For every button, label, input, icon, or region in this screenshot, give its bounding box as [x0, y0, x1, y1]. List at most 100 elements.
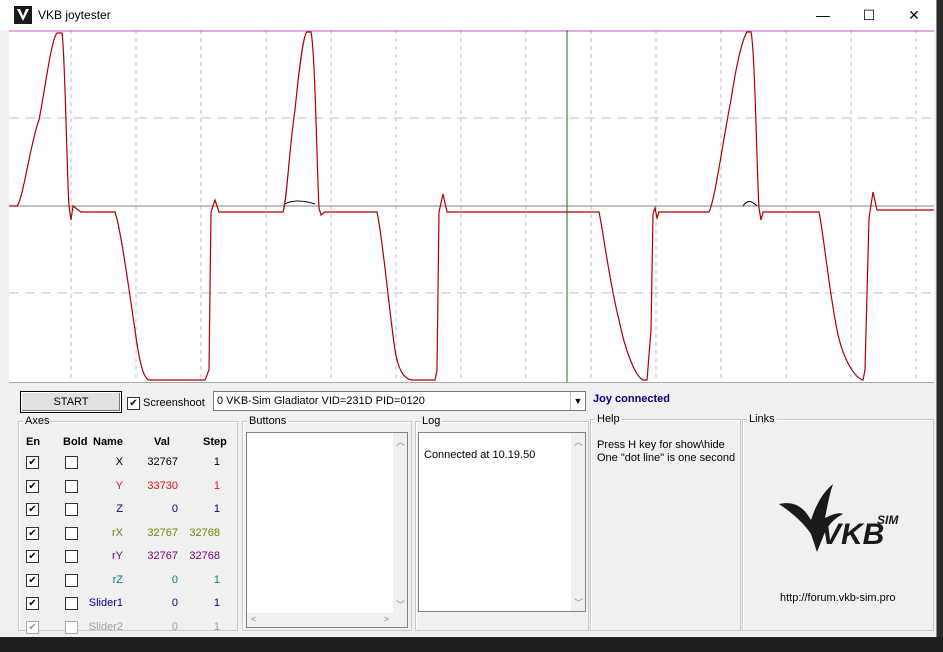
help-line-1: Press H key for show\hide: [597, 439, 725, 451]
vkb-sim-logo[interactable]: VKB SIM: [777, 482, 907, 558]
axis-name: rX: [112, 526, 123, 539]
connection-status: Joy connected: [593, 393, 671, 405]
axis-bold-checkbox[interactable]: [65, 456, 78, 469]
scroll-up-icon[interactable]: ︿: [396, 435, 405, 448]
vkb-app-icon: [14, 6, 32, 24]
axis-bold-checkbox[interactable]: [65, 620, 78, 634]
axis-value: 32767: [147, 456, 178, 468]
axis-row: ✔ rX 32767 32768: [19, 526, 237, 545]
minimize-button[interactable]: —: [800, 0, 846, 30]
axis-name: Z: [116, 503, 123, 515]
axis-bold-checkbox[interactable]: [65, 479, 78, 493]
log-list[interactable]: Connected at 10.19.50 ︿ ﹀: [418, 432, 586, 612]
help-group: Help Press H key for show\hide One "dot …: [590, 413, 741, 631]
device-select[interactable]: 0 VKB-Sim Gladiator VID=231D PID=0120 ▼: [213, 391, 586, 411]
axis-bold-checkbox[interactable]: [65, 503, 78, 516]
device-select-value: 0 VKB-Sim Gladiator VID=231D PID=0120: [217, 395, 425, 407]
control-panel: START ✔ Screenshoot 0 VKB-Sim Gladiator …: [9, 383, 934, 637]
log-group-title: Log: [420, 415, 443, 427]
axis-name: Y: [115, 479, 123, 492]
axis-row: ✔ Slider1 0 1: [19, 597, 237, 615]
axis-enable-checkbox[interactable]: ✔: [26, 503, 39, 516]
screenshot-checkbox[interactable]: ✔: [127, 397, 140, 410]
screenshot-label: Screenshoot: [143, 397, 205, 409]
header-step: Step: [203, 436, 227, 448]
axis-value: 32767: [147, 550, 178, 562]
secondary-trace: [742, 201, 758, 207]
axis-enable-checkbox[interactable]: ✔: [26, 479, 39, 493]
axis-name: Slider2: [88, 620, 123, 633]
axis-row: ✔ Z 0 1: [19, 503, 237, 521]
axis-value: 33730: [147, 479, 178, 492]
axis-name: X: [115, 456, 123, 468]
forum-link[interactable]: http://forum.vkb-sim.pro: [780, 592, 896, 604]
axis-enable-checkbox[interactable]: ✔: [26, 573, 39, 587]
axis-step: 1: [213, 597, 220, 609]
axis-row: ✔ Slider2 0 1: [19, 620, 237, 638]
axis-step: 1: [213, 620, 220, 633]
axis-enable-checkbox[interactable]: ✔: [26, 526, 39, 540]
axis-enable-checkbox[interactable]: ✔: [26, 550, 39, 563]
scroll-down-icon[interactable]: ﹀: [396, 598, 405, 611]
buttons-group-title: Buttons: [247, 415, 289, 427]
axis-row: ✔ X 32767 1: [19, 456, 237, 474]
scroll-up-icon[interactable]: ︿: [574, 435, 583, 448]
axes-group: Axes En Bold Name Val Step ✔ X 32767 1 ✔ Y 337…: [18, 415, 238, 634]
log-line: Connected at 10.19.50: [424, 449, 536, 461]
axis-step: 1: [213, 479, 220, 492]
axis-enable-checkbox[interactable]: ✔: [26, 597, 39, 610]
axis-name: Slider1: [88, 597, 123, 609]
axis-enable-checkbox[interactable]: ✔: [26, 456, 39, 469]
vertical-scrollbar[interactable]: ︿ ﹀: [571, 433, 585, 611]
axis-value: 0: [171, 503, 178, 515]
scroll-left-icon[interactable]: <: [251, 614, 256, 624]
axis-row: ✔ rY 32767 32768: [19, 550, 237, 568]
secondary-trace: [284, 200, 316, 205]
buttons-list[interactable]: ︿ ﹀ < >: [246, 432, 408, 628]
maximize-button[interactable]: ☐: [846, 0, 892, 30]
axis-plot: [9, 30, 934, 383]
taskbar-strip: [0, 637, 943, 652]
start-button[interactable]: START: [20, 391, 122, 413]
close-button[interactable]: ✕: [891, 0, 936, 30]
axis-row: ✔ rZ 0 1: [19, 573, 237, 592]
axis-step: 32768: [189, 526, 220, 539]
scroll-down-icon[interactable]: ﹀: [574, 596, 583, 609]
axis-value: 0: [171, 597, 178, 609]
vertical-scrollbar[interactable]: ︿ ﹀: [393, 433, 407, 613]
axis-row: ✔ Y 33730 1: [19, 479, 237, 498]
axis-step: 1: [213, 573, 220, 586]
help-text: Press H key for show\hide One "dot line"…: [597, 439, 735, 465]
header-val: Val: [154, 436, 170, 448]
window-title: VKB joytester: [38, 8, 111, 22]
help-line-2: One "dot line" is one second: [597, 452, 736, 464]
help-group-title: Help: [595, 413, 622, 425]
axis-step: 32768: [189, 550, 220, 562]
axis-enable-checkbox[interactable]: ✔: [26, 620, 39, 634]
scroll-right-icon[interactable]: >: [384, 614, 389, 624]
axis-bold-checkbox[interactable]: [65, 573, 78, 587]
axis-bold-checkbox[interactable]: [65, 550, 78, 563]
main-window: VKB joytester — ☐ ✕ START ✔ Screenshoot …: [0, 0, 937, 638]
header-bold: Bold: [63, 436, 88, 448]
chevron-down-icon[interactable]: ▼: [570, 392, 585, 410]
header-name: Name: [93, 436, 123, 448]
axis-bold-checkbox[interactable]: [65, 526, 78, 540]
horizontal-scrollbar[interactable]: < >: [247, 613, 393, 627]
axis-value: 32767: [147, 526, 178, 539]
links-group: Links VKB SIM http://forum.vkb-sim.pro: [742, 413, 934, 631]
title-bar: VKB joytester — ☐ ✕: [0, 0, 936, 30]
logo-sim-text: SIM: [877, 513, 899, 527]
axes-group-title: Axes: [23, 415, 52, 427]
axis-bold-checkbox[interactable]: [65, 597, 78, 610]
axis-name: rY: [112, 550, 123, 562]
header-en: En: [26, 436, 41, 448]
axis-plot-svg: [9, 30, 934, 382]
axis-value: 0: [171, 573, 178, 586]
log-group: Log Connected at 10.19.50 ︿ ﹀: [415, 415, 589, 631]
scroll-corner: [393, 613, 407, 627]
checkmark-icon: ✔: [129, 398, 138, 409]
buttons-group: Buttons ︿ ﹀ < >: [242, 415, 412, 631]
axis-step: 1: [213, 503, 220, 515]
axis-name: rZ: [112, 573, 123, 586]
